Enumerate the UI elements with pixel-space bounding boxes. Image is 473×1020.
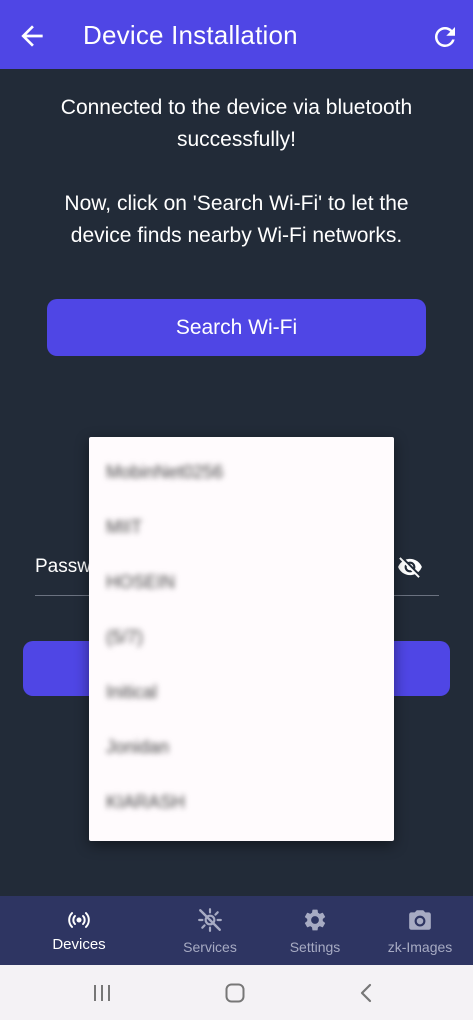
page-title: Device Installation	[83, 20, 298, 50]
wifi-network-item[interactable]: KIARASH	[106, 792, 185, 822]
nav-label: zk-Images	[387, 939, 453, 955]
system-navigation-bar	[0, 965, 473, 1020]
back-icon[interactable]	[355, 981, 379, 1005]
bottom-navigation: Devices Services Settings zk-Images	[0, 896, 473, 965]
nav-devices[interactable]: Devices	[24, 896, 134, 965]
nav-label: Settings	[289, 939, 341, 955]
wifi-signal-icon	[66, 907, 92, 933]
services-off-icon	[197, 907, 223, 933]
connected-message: Connected to the device via bluetooth su…	[60, 96, 413, 151]
refresh-icon[interactable]	[430, 22, 460, 52]
nav-services[interactable]: Services	[155, 896, 265, 965]
wifi-network-item[interactable]: Jonidan	[106, 737, 169, 767]
wifi-network-item[interactable]: (5/7)	[106, 627, 143, 657]
password-label: Passw	[35, 556, 91, 577]
nav-label: Devices	[52, 936, 106, 953]
search-wifi-button[interactable]: Search Wi-Fi	[47, 299, 426, 356]
wifi-network-item[interactable]: Initical	[106, 682, 157, 712]
app-bar: Device Installation	[0, 0, 473, 69]
wifi-network-item[interactable]: HOSEIN	[106, 572, 175, 602]
camera-icon	[407, 907, 433, 933]
recent-apps-icon[interactable]	[90, 981, 114, 1005]
home-icon[interactable]	[223, 981, 247, 1005]
nav-label: Services	[183, 939, 237, 955]
back-arrow-icon[interactable]	[16, 20, 48, 52]
nav-zk-images[interactable]: zk-Images	[365, 896, 473, 965]
nav-settings[interactable]: Settings	[260, 896, 370, 965]
wifi-network-item[interactable]: MobinNet0256	[106, 462, 223, 492]
gear-icon	[302, 907, 328, 933]
instruction-message: Now, click on 'Search Wi-Fi' to let the …	[64, 192, 409, 247]
wifi-network-dropdown: MobinNet0256 MIIT HOSEIN (5/7) Initical …	[89, 437, 394, 841]
wifi-network-item[interactable]: MIIT	[106, 517, 142, 547]
eye-off-icon[interactable]	[397, 554, 423, 580]
